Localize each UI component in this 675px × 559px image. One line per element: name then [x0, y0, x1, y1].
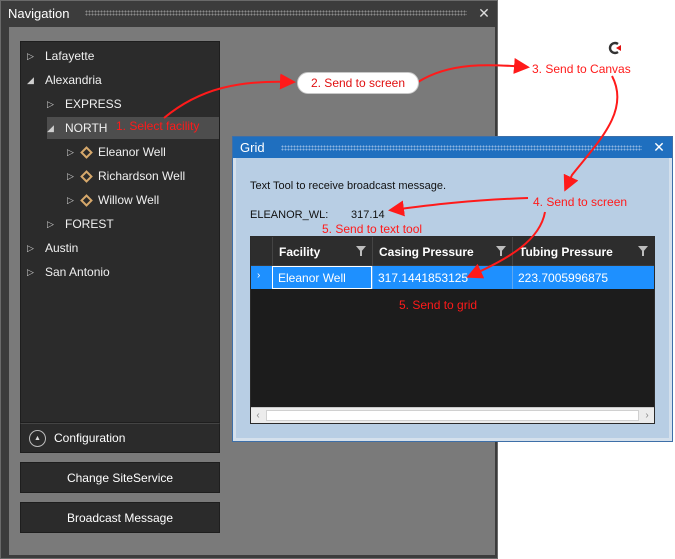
annotation-step2: 2. Send to screen: [297, 72, 419, 94]
expand-arrow-icon[interactable]: ▷: [27, 51, 39, 62]
column-header-label: Casing Pressure: [379, 244, 474, 259]
collapse-arrow-icon[interactable]: ◢: [47, 123, 59, 134]
facility-diamond-icon: [80, 145, 93, 159]
scroll-thumb[interactable]: [266, 410, 639, 421]
data-grid: Facility Casing Pressure Tubing Pressure…: [250, 236, 655, 424]
annotation-step3: 3. Send to Canvas: [532, 62, 631, 76]
column-header-casing-pressure[interactable]: Casing Pressure: [372, 237, 512, 266]
tree-item-label: EXPRESS: [65, 97, 122, 111]
navigation-title: Navigation: [8, 5, 70, 21]
grid-window: Grid ✕ Text Tool to receive broadcast me…: [232, 136, 673, 442]
filter-icon[interactable]: [638, 246, 648, 256]
tree-item-lafayette[interactable]: ▷ Lafayette: [27, 45, 219, 67]
table-row[interactable]: › Eleanor Well 317.1441853125 223.700599…: [251, 266, 654, 289]
text-tool-label: ELEANOR_WL:: [250, 209, 329, 221]
close-icon[interactable]: ✕: [475, 5, 493, 22]
configuration-label: Configuration: [54, 431, 126, 445]
expand-arrow-icon[interactable]: ▷: [47, 219, 59, 230]
tree-item-willow-well[interactable]: ▷ Willow Well: [67, 189, 219, 211]
cell-tubing-pressure[interactable]: 223.7005996875: [512, 266, 654, 289]
tree-item-label: Richardson Well: [98, 169, 186, 183]
change-siteservice-button[interactable]: Change SiteService: [20, 462, 220, 493]
collapse-arrow-icon[interactable]: ◢: [27, 75, 39, 86]
facility-diamond-icon: [80, 193, 93, 207]
tree-item-austin[interactable]: ▷ Austin: [27, 237, 219, 259]
tree-item-label: Lafayette: [45, 49, 95, 63]
cell-facility[interactable]: Eleanor Well: [272, 266, 372, 289]
canvas-icon: [608, 41, 621, 55]
expand-arrow-icon[interactable]: ▷: [27, 243, 39, 254]
facility-diamond-icon: [80, 169, 93, 183]
tree-item-san-antonio[interactable]: ▷ San Antonio: [27, 261, 219, 283]
expand-arrow-icon[interactable]: ▷: [67, 195, 79, 206]
column-header-tubing-pressure[interactable]: Tubing Pressure: [512, 237, 654, 266]
tree-item-label: Austin: [45, 241, 79, 255]
scroll-right-icon[interactable]: ›: [640, 408, 654, 423]
column-header-facility[interactable]: Facility: [272, 237, 372, 266]
close-icon[interactable]: ✕: [650, 139, 668, 156]
text-tool-message: Text Tool to receive broadcast message.: [250, 180, 447, 192]
grid-titlebar[interactable]: Grid ✕: [233, 137, 672, 158]
tree-item-label: Alexandria: [45, 73, 102, 87]
annotation-step5-grid: 5. Send to grid: [399, 298, 478, 312]
tree-item-eleanor-well[interactable]: ▷ Eleanor Well: [67, 141, 219, 163]
chevron-up-icon[interactable]: ▲: [29, 429, 46, 447]
grid-header: Facility Casing Pressure Tubing Pressure: [251, 237, 654, 266]
tree-item-label: FOREST: [65, 217, 114, 231]
row-indicator-icon: ›: [257, 270, 261, 281]
cell-casing-pressure[interactable]: 317.1441853125: [372, 266, 512, 289]
expand-arrow-icon[interactable]: ▷: [27, 267, 39, 278]
titlebar-grip[interactable]: [280, 144, 642, 151]
tree-item-label: Eleanor Well: [98, 145, 166, 159]
tree-item-label: San Antonio: [45, 265, 110, 279]
tree-item-label: Willow Well: [98, 193, 160, 207]
configuration-toggle[interactable]: ▲ Configuration: [20, 423, 220, 453]
column-header-label: Tubing Pressure: [519, 244, 613, 259]
column-header-label: Facility: [279, 244, 321, 259]
grid-title: Grid: [240, 140, 265, 155]
tree-item-alexandria[interactable]: ◢ Alexandria: [27, 69, 219, 91]
tree-item-label: NORTH: [65, 121, 108, 135]
titlebar-grip[interactable]: [85, 10, 467, 16]
facility-tree: ▷ Lafayette ◢ Alexandria ▷ EXPRESS ◢ NOR…: [20, 41, 220, 423]
annotation-step5-text-tool: 5. Send to text tool: [322, 222, 423, 236]
tree-item-express[interactable]: ▷ EXPRESS: [47, 93, 219, 115]
horizontal-scrollbar[interactable]: ‹ ›: [251, 407, 654, 423]
scroll-left-icon[interactable]: ‹: [251, 408, 265, 423]
annotation-step4: 4. Send to screen: [533, 195, 628, 209]
text-tool-value: 317.14: [351, 209, 385, 221]
expand-arrow-icon[interactable]: ▷: [67, 171, 79, 182]
tree-item-richardson-well[interactable]: ▷ Richardson Well: [67, 165, 219, 187]
filter-icon[interactable]: [496, 246, 506, 256]
annotation-step1: 1. Select facility: [116, 119, 200, 133]
navigation-titlebar[interactable]: Navigation ✕: [1, 1, 497, 25]
expand-arrow-icon[interactable]: ▷: [67, 147, 79, 158]
filter-icon[interactable]: [356, 246, 366, 256]
broadcast-message-button[interactable]: Broadcast Message: [20, 502, 220, 533]
expand-arrow-icon[interactable]: ▷: [47, 99, 59, 110]
tree-item-forest[interactable]: ▷ FOREST: [47, 213, 219, 235]
